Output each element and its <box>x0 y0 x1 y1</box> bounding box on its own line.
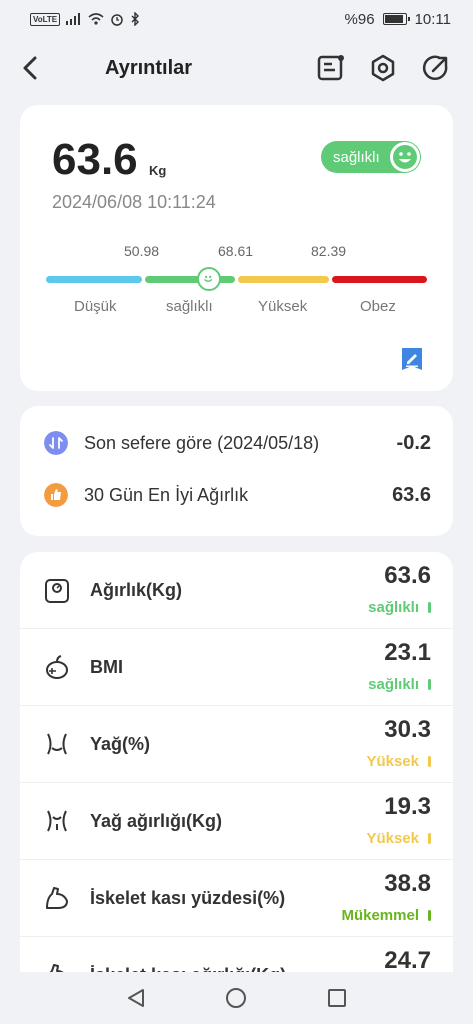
app-bar: Ayrıntılar <box>0 40 473 98</box>
range-bar-obese <box>332 276 427 283</box>
thumbs-up-icon <box>44 483 68 507</box>
metric-label: BMI <box>90 657 123 677</box>
battery-percent: %96 <box>344 10 375 28</box>
wifi-icon <box>88 13 104 25</box>
status-indicator <box>428 679 431 690</box>
nav-home-icon[interactable] <box>224 986 248 1010</box>
weight-marker-icon <box>197 267 221 291</box>
range-bar-low <box>46 276 142 283</box>
status-indicator <box>428 833 431 844</box>
alarm-icon <box>111 14 123 26</box>
threshold-high: 82.39 <box>311 243 347 259</box>
comparison-label: 30 Gün En İyi Ağırlık <box>84 484 249 505</box>
status-indicator <box>428 756 431 767</box>
metric-row-skeletal-muscle-percent[interactable]: İskelet kası yüzdesi(%) 38.8 Mükemmel <box>20 860 453 937</box>
bmi-icon <box>46 655 68 679</box>
metric-row-bmi[interactable]: BMI 23.1 sağlıklı <box>20 629 453 706</box>
status-indicator <box>428 910 431 921</box>
clock: 10:11 <box>414 10 451 28</box>
fat-weight-icon <box>47 810 67 832</box>
system-nav-bar <box>0 972 473 1024</box>
metric-value: 23.1 <box>384 639 431 666</box>
battery-icon <box>382 13 410 25</box>
measurement-datetime: 2024/06/08 10:11:24 <box>52 192 216 212</box>
metric-status: Mükemmel <box>341 907 431 924</box>
comparison-row-best[interactable]: 30 Gün En İyi Ağırlık 63.6 <box>44 480 431 510</box>
metric-label: Ağırlık(Kg) <box>90 580 182 600</box>
metric-status: sağlıklı <box>368 676 431 693</box>
settings-icon[interactable] <box>368 53 398 83</box>
bluetooth-icon <box>131 12 140 26</box>
metric-value: 63.6 <box>384 562 431 589</box>
comparison-card: Son sefere göre (2024/05/18) -0.2 30 Gün… <box>20 406 453 536</box>
status-badge-label: sağlıklı <box>333 148 380 166</box>
metric-value: 38.8 <box>384 870 431 897</box>
range-label-low: Düşük <box>74 298 117 315</box>
status-indicator <box>428 602 431 613</box>
page-title: Ayrıntılar <box>105 57 193 79</box>
volte-badge: VoLTE <box>30 12 61 26</box>
scale-icon <box>45 579 69 603</box>
edit-icon[interactable] <box>401 347 423 371</box>
nav-back-icon[interactable] <box>124 986 148 1010</box>
compare-icon <box>44 431 68 455</box>
status-badge: sağlıklı <box>321 141 421 173</box>
comparison-value: 63.6 <box>392 483 431 506</box>
metric-label: Yağ ağırlığı(Kg) <box>90 811 223 831</box>
status-bar-right: %96 10:11 <box>345 11 451 28</box>
metric-status: Yüksek <box>366 753 431 770</box>
metric-row-body-fat[interactable]: Yağ(%) 30.3 Yüksek <box>20 706 453 783</box>
metric-value: 19.3 <box>384 793 431 820</box>
metrics-card: Ağırlık(Kg) 63.6 sağlıklı BMI 23.1 sağlı… <box>20 552 453 1012</box>
threshold-mid: 68.61 <box>218 243 254 259</box>
metric-status: sağlıklı <box>368 599 431 616</box>
weight-value: 63.6 <box>52 135 138 184</box>
smiley-icon <box>390 142 420 172</box>
status-bar: VoLTE %96 10:11 <box>0 0 473 38</box>
threshold-low: 50.98 <box>124 243 160 259</box>
back-arrow-icon[interactable] <box>16 52 46 84</box>
weight-unit: Kg <box>149 163 167 178</box>
metric-label: Yağ(%) <box>90 734 151 754</box>
range-bar-healthy <box>145 276 235 283</box>
range-label-high: Yüksek <box>258 298 308 315</box>
comparison-label: Son sefere göre (2024/05/18) <box>84 432 320 453</box>
comparison-value: -0.2 <box>396 431 431 454</box>
weight-summary-card: 63.6 Kg 2024/06/08 10:11:24 sağlıklı 50.… <box>20 105 453 391</box>
metric-status: Yüksek <box>366 830 431 847</box>
metric-row-weight[interactable]: Ağırlık(Kg) 63.6 sağlıklı <box>20 552 453 629</box>
range-label-healthy: sağlıklı <box>166 298 213 315</box>
metric-label: İskelet kası yüzdesi(%) <box>90 888 286 908</box>
comparison-row-last[interactable]: Son sefere göre (2024/05/18) -0.2 <box>44 428 431 458</box>
nav-recents-icon[interactable] <box>325 986 349 1010</box>
body-fat-icon <box>47 733 67 755</box>
metric-row-fat-weight[interactable]: Yağ ağırlığı(Kg) 19.3 Yüksek <box>20 783 453 860</box>
muscle-icon <box>46 887 68 909</box>
metric-value: 24.7 <box>384 947 431 974</box>
range-bar-high <box>238 276 329 283</box>
share-icon[interactable] <box>421 53 451 83</box>
status-bar-left: VoLTE <box>30 12 140 26</box>
range-label-obese: Obez <box>360 298 396 315</box>
metric-value: 30.3 <box>384 716 431 743</box>
signal-icon <box>66 13 81 25</box>
notes-icon[interactable] <box>316 53 346 83</box>
